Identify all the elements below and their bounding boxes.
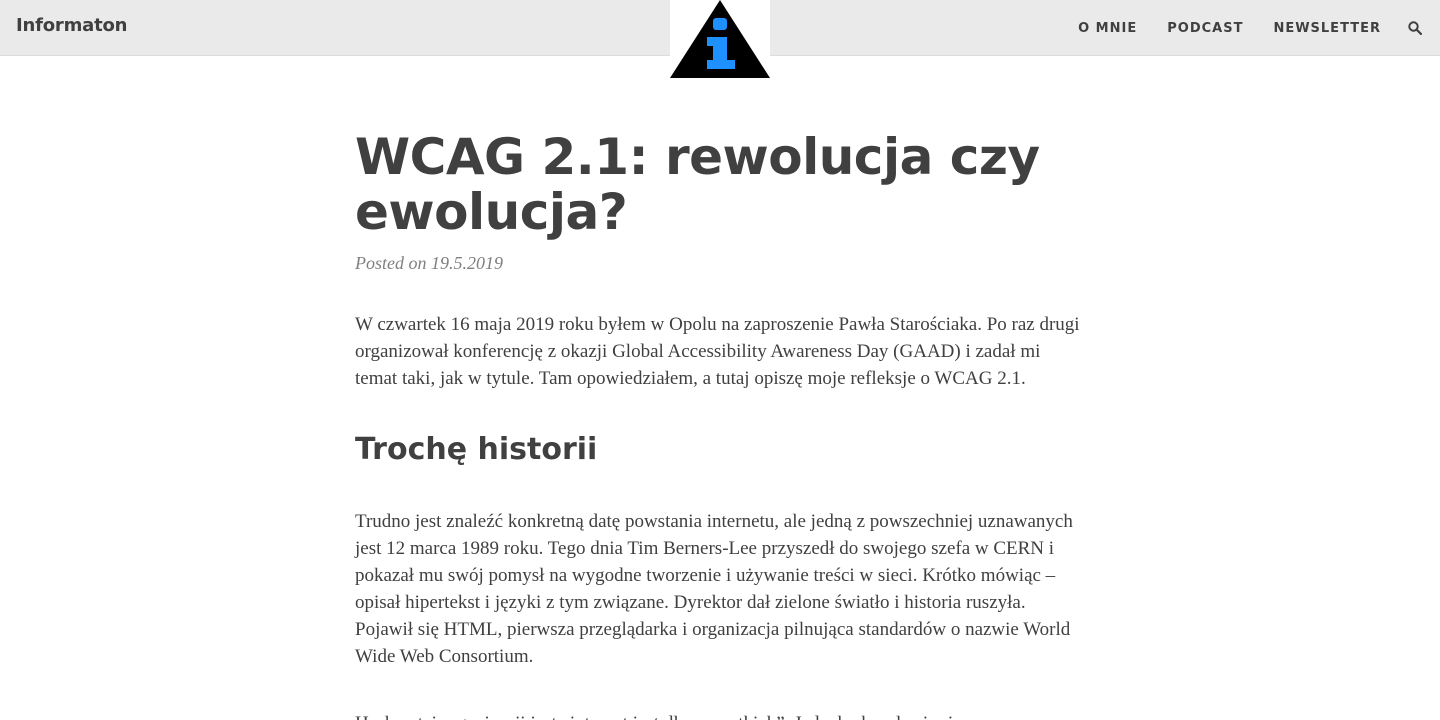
paragraph: Hasłem tej organizacji jest „internet je…: [355, 710, 1085, 720]
navbar: Informaton O MNIE PODCAST NEWSLETTER: [0, 0, 1440, 80]
post-title: WCAG 2.1: rewolucja czy ewolucja?: [355, 128, 1040, 241]
brand-link[interactable]: Informaton: [16, 15, 127, 36]
site-logo[interactable]: [670, 0, 770, 80]
nav-link-podcast[interactable]: PODCAST: [1167, 21, 1243, 36]
paragraph: W czwartek 16 maja 2019 roku byłem w Opo…: [355, 314, 1080, 389]
paragraph: Trudno jest znaleźć konkretną datę powst…: [355, 511, 1073, 667]
search-icon: [1408, 21, 1422, 35]
post-content: WCAG 2.1: rewolucja czy ewolucja? Posted…: [355, 130, 1085, 720]
nav-link-o-mnie[interactable]: O MNIE: [1078, 21, 1137, 36]
nav-link-newsletter[interactable]: NEWSLETTER: [1273, 21, 1381, 36]
main-nav: O MNIE PODCAST NEWSLETTER: [1078, 0, 1440, 56]
info-triangle-logo-icon: [670, 0, 770, 78]
search-button[interactable]: [1407, 20, 1423, 36]
post-date: Posted on 19.5.2019: [355, 253, 503, 273]
post-body: W czwartek 16 maja 2019 roku byłem w Opo…: [355, 311, 1085, 720]
section-heading: Trochę historii: [355, 432, 598, 467]
